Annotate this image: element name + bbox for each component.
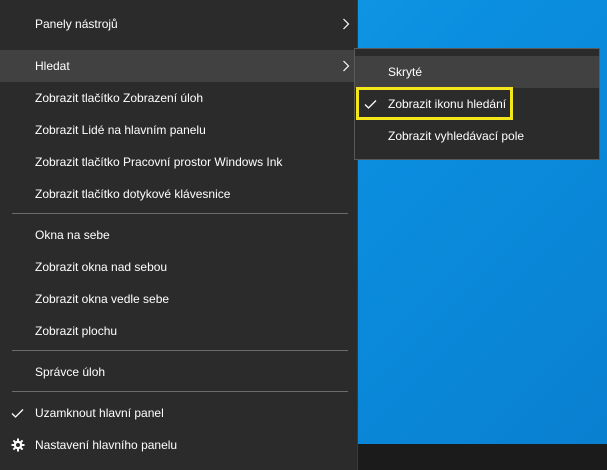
- search-submenu: Skryté Zobrazit ikonu hledání Zobrazit v…: [354, 48, 600, 160]
- submenu-item-label: Zobrazit ikonu hledání: [388, 97, 507, 111]
- menu-item-stack-windows[interactable]: Zobrazit okna nad sebou: [0, 251, 358, 283]
- menu-item-label: Zobrazit okna vedle sebe: [35, 292, 170, 306]
- menu-item-show-touch-keyboard[interactable]: Zobrazit tlačítko dotykové klávesnice: [0, 178, 358, 210]
- submenu-item-show-search-icon[interactable]: Zobrazit ikonu hledání: [355, 88, 599, 120]
- menu-item-label: Panely nástrojů: [35, 17, 118, 31]
- menu-item-label: Zobrazit tlačítko Pracovní prostor Windo…: [35, 155, 283, 169]
- menu-item-toolbars[interactable]: Panely nástrojů: [0, 8, 358, 40]
- checkmark-icon: [364, 88, 377, 120]
- checkmark-icon: [11, 397, 24, 429]
- menu-item-task-manager[interactable]: Správce úloh: [0, 356, 358, 388]
- menu-item-show-windows-ink[interactable]: Zobrazit tlačítko Pracovní prostor Windo…: [0, 146, 358, 178]
- menu-item-show-people[interactable]: Zobrazit Lidé na hlavním panelu: [0, 114, 358, 146]
- menu-item-lock-taskbar[interactable]: Uzamknout hlavní panel: [0, 397, 358, 429]
- menu-item-label: Hledat: [35, 59, 70, 73]
- menu-item-label: Zobrazit Lidé na hlavním panelu: [35, 123, 206, 137]
- taskbar-context-menu: Panely nástrojů Hledat Zobrazit tlačítko…: [0, 0, 358, 470]
- menu-item-label: Správce úloh: [35, 365, 106, 379]
- menu-item-show-desktop[interactable]: Zobrazit plochu: [0, 315, 358, 347]
- chevron-right-icon: [342, 8, 350, 40]
- gear-icon: [11, 429, 25, 461]
- menu-item-label: Zobrazit tlačítko Zobrazení úloh: [35, 91, 204, 105]
- menu-item-label: Zobrazit okna nad sebou: [35, 260, 168, 274]
- menu-separator: [12, 350, 348, 351]
- chevron-right-icon: [342, 50, 350, 82]
- submenu-item-label: Skryté: [388, 65, 423, 79]
- menu-item-show-task-view[interactable]: Zobrazit tlačítko Zobrazení úloh: [0, 82, 358, 114]
- menu-item-label: Nastavení hlavního panelu: [35, 438, 178, 452]
- submenu-item-label: Zobrazit vyhledávací pole: [388, 129, 525, 143]
- menu-item-label: Zobrazit plochu: [35, 324, 118, 338]
- menu-item-taskbar-settings[interactable]: Nastavení hlavního panelu: [0, 429, 358, 461]
- menu-separator: [12, 391, 348, 392]
- menu-separator: [12, 213, 348, 214]
- menu-item-label: Zobrazit tlačítko dotykové klávesnice: [35, 187, 231, 201]
- menu-item-search[interactable]: Hledat: [0, 50, 358, 82]
- menu-item-label: Okna na sebe: [35, 228, 110, 242]
- menu-item-cascade-windows[interactable]: Okna na sebe: [0, 219, 358, 251]
- menu-item-label: Uzamknout hlavní panel: [35, 406, 164, 420]
- submenu-item-show-search-box[interactable]: Zobrazit vyhledávací pole: [355, 120, 599, 152]
- submenu-item-hidden[interactable]: Skryté: [355, 56, 599, 88]
- menu-item-side-by-side[interactable]: Zobrazit okna vedle sebe: [0, 283, 358, 315]
